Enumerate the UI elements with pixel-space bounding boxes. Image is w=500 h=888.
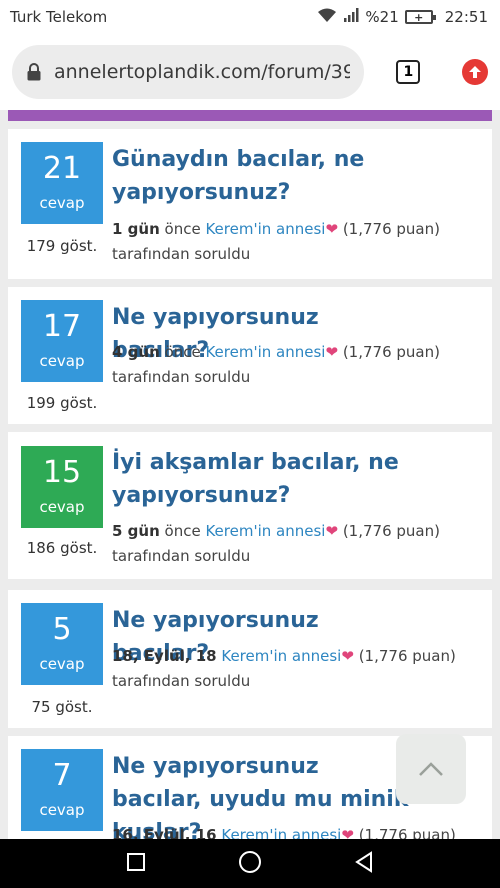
carrier-name: Turk Telekom: [10, 8, 108, 26]
url-text: annelertoplandik.com/forum/399: [54, 61, 351, 83]
answer-count: 17: [42, 309, 82, 344]
author-link[interactable]: Kerem'in annesi: [205, 343, 325, 361]
author-points: (1,776 puan): [358, 826, 456, 839]
question-list: 21 cevap 179 göst. Günaydın bacılar, ne …: [0, 121, 500, 839]
answer-count: 5: [52, 612, 72, 647]
question-card[interactable]: 17 cevap 199 göst. Ne yapıyorsunuz bacıl…: [8, 287, 492, 424]
heart-icon: ❤: [341, 826, 354, 839]
home-button[interactable]: [238, 850, 262, 878]
square-icon: [127, 852, 145, 871]
question-card[interactable]: 21 cevap 179 göst. Günaydın bacılar, ne …: [8, 129, 492, 279]
question-title[interactable]: Günaydın bacılar, ne yapıyorsunuz?: [112, 143, 412, 209]
asked-by-label: tarafından soruldu: [112, 245, 251, 263]
view-count: 186 göst.: [26, 539, 98, 557]
asked-by-label: tarafından soruldu: [112, 672, 251, 690]
answer-count: 15: [42, 455, 82, 490]
clock: 22:51: [444, 8, 488, 26]
answer-label: cevap: [39, 498, 85, 516]
time-ago: 16, Eylül, 16: [112, 826, 217, 839]
question-meta: 4 gün önce Kerem'in annesi❤ (1,776 puan)…: [112, 340, 482, 390]
time-suffix: önce: [159, 343, 206, 361]
update-button[interactable]: [462, 59, 488, 85]
question-meta: 5 gün önce Kerem'in annesi❤ (1,776 puan)…: [112, 519, 482, 569]
author-points: (1,776 puan): [342, 220, 440, 238]
time-suffix: önce: [159, 522, 206, 540]
time-suffix: önce: [159, 220, 206, 238]
author-points: (1,776 puan): [342, 343, 440, 361]
back-button[interactable]: [354, 850, 374, 877]
author-points: (1,776 puan): [358, 647, 456, 665]
answer-label: cevap: [39, 352, 85, 370]
heart-icon: ❤: [325, 220, 339, 238]
scroll-to-top-button[interactable]: [396, 734, 466, 804]
answer-count: 21: [42, 151, 82, 186]
chevron-up-icon: [419, 762, 443, 776]
answer-count-box: 5 cevap: [21, 603, 103, 685]
author-link[interactable]: Kerem'in annesi: [205, 522, 325, 540]
header-accent-strip: [8, 110, 492, 121]
answer-count-box: 7 cevap: [21, 749, 103, 831]
answer-count-box: 15 cevap: [21, 446, 103, 528]
battery-charging-icon: +: [404, 10, 436, 24]
browser-toolbar: annelertoplandik.com/forum/399 1: [0, 34, 500, 110]
heart-icon: ❤: [325, 522, 339, 540]
question-title[interactable]: İyi akşamlar bacılar, ne yapıyorsunuz?: [112, 446, 412, 512]
author-link[interactable]: Kerem'in annesi: [205, 220, 325, 238]
address-bar[interactable]: annelertoplandik.com/forum/399: [12, 45, 365, 99]
answer-count-box: 17 cevap: [21, 300, 103, 382]
answer-label: cevap: [39, 194, 85, 212]
view-count: 199 göst.: [26, 394, 98, 412]
heart-icon: ❤: [341, 647, 354, 665]
heart-icon: ❤: [325, 343, 339, 361]
author-link[interactable]: Kerem'in annesi: [221, 647, 341, 665]
battery-percent: %21: [365, 8, 399, 26]
recent-apps-button[interactable]: [126, 852, 146, 876]
tab-switcher-button[interactable]: 1: [396, 60, 421, 84]
time-ago: 5 gün: [112, 522, 160, 540]
question-card[interactable]: 15 cevap 186 göst. İyi akşamlar bacılar,…: [8, 432, 492, 579]
triangle-back-icon: [355, 850, 372, 873]
asked-by-label: tarafından soruldu: [112, 547, 251, 565]
question-meta: 1 gün önce Kerem'in annesi❤ (1,776 puan)…: [112, 217, 482, 267]
answer-count-box: 21 cevap: [21, 142, 103, 224]
time-ago: 18, Eylül, 18: [112, 647, 217, 665]
system-navigation-bar: [0, 839, 500, 888]
wifi-icon: [317, 7, 337, 27]
view-count: 179 göst.: [26, 237, 98, 255]
author-link[interactable]: Kerem'in annesi: [221, 826, 341, 839]
author-points: (1,776 puan): [342, 522, 440, 540]
status-bar: Turk Telekom %21 + 22:51: [0, 0, 500, 34]
answer-label: cevap: [39, 801, 85, 819]
view-count: 75 göst.: [31, 698, 93, 716]
question-meta: 16, Eylül, 16 Kerem'in annesi❤ (1,776 pu…: [112, 823, 482, 839]
arrow-up-icon: [469, 66, 482, 78]
asked-by-label: tarafından soruldu: [112, 368, 251, 386]
time-ago: 4 gün: [112, 343, 160, 361]
answer-count: 7: [52, 758, 72, 793]
answer-label: cevap: [39, 655, 85, 673]
time-ago: 1 gün: [112, 220, 160, 238]
lock-icon: [27, 63, 41, 81]
question-card[interactable]: 5 cevap 75 göst. Ne yapıyorsunuz bacılar…: [8, 590, 492, 728]
signal-icon: [343, 7, 359, 27]
question-meta: 18, Eylül, 18 Kerem'in annesi❤ (1,776 pu…: [112, 644, 482, 694]
circle-icon: [239, 850, 261, 873]
